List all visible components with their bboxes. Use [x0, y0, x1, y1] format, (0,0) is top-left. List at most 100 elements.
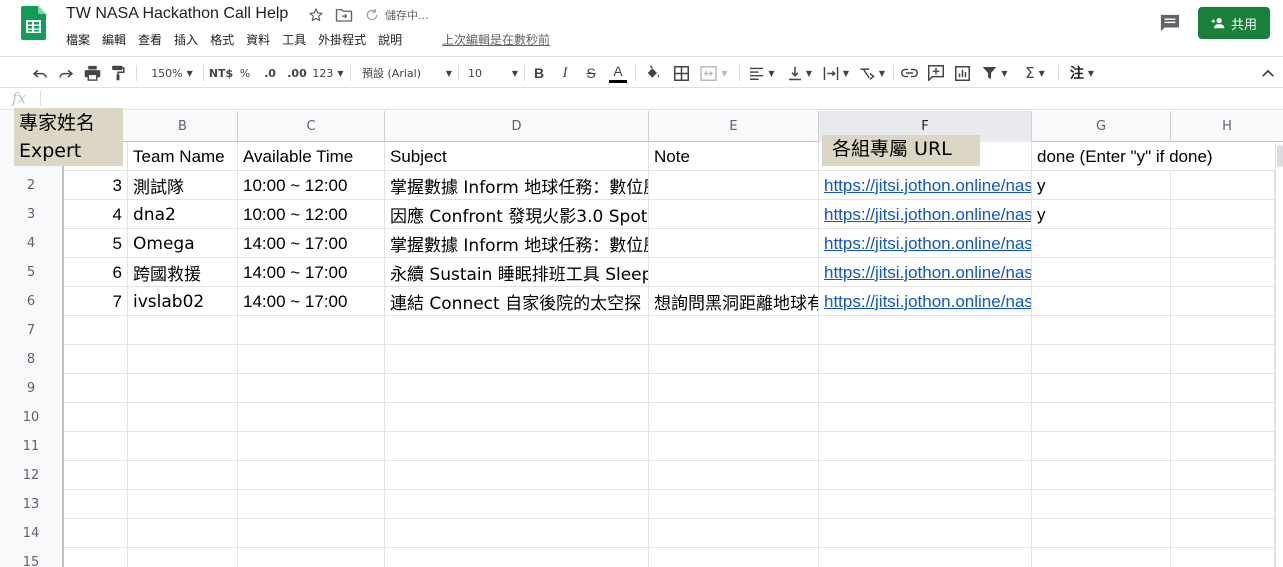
- decrease-decimal-button[interactable]: .0: [260, 61, 280, 85]
- menu-insert[interactable]: 插入: [174, 31, 204, 48]
- cell-a9[interactable]: [63, 374, 128, 403]
- cell-h5[interactable]: [1171, 258, 1275, 287]
- insert-chart-icon[interactable]: [952, 61, 972, 85]
- cell-d11[interactable]: [385, 432, 649, 461]
- cell-c3[interactable]: 10:00 ~ 12:00: [238, 200, 385, 229]
- font-size-select[interactable]: 10 ▼: [468, 61, 518, 85]
- cell-a6[interactable]: 7: [63, 287, 128, 316]
- text-rotation-icon[interactable]: ▼: [857, 61, 887, 85]
- cell-d2[interactable]: 掌握數據 Inform 地球任務：數位歷史Mission to Planet: [385, 171, 649, 200]
- cell-d14[interactable]: [385, 519, 649, 548]
- cell-b12[interactable]: [128, 461, 238, 490]
- cell-h2[interactable]: [1171, 171, 1275, 200]
- borders-icon[interactable]: [671, 61, 691, 85]
- functions-icon[interactable]: Σ ▼: [1018, 61, 1052, 85]
- print-icon[interactable]: [82, 61, 102, 85]
- menu-view[interactable]: 查看: [138, 31, 168, 48]
- cell-f3[interactable]: https://jitsi.jothon.online/nasa: [819, 200, 1032, 229]
- row-header[interactable]: 9: [0, 374, 63, 403]
- row-header[interactable]: 12: [0, 461, 63, 490]
- cell-g8[interactable]: [1032, 345, 1171, 374]
- cell-d4[interactable]: 掌握數據 Inform 地球任務：數位歷史Mission to Planet: [385, 229, 649, 258]
- cell-c4[interactable]: 14:00 ~ 17:00: [238, 229, 385, 258]
- cell-h13[interactable]: [1171, 490, 1275, 519]
- vertical-align-icon[interactable]: ▼: [785, 61, 815, 85]
- cell-c12[interactable]: [238, 461, 385, 490]
- undo-icon[interactable]: [30, 61, 50, 85]
- cell-c13[interactable]: [238, 490, 385, 519]
- cell-g6[interactable]: [1032, 287, 1171, 316]
- cell-c14[interactable]: [238, 519, 385, 548]
- cell-a12[interactable]: [63, 461, 128, 490]
- cell-d6[interactable]: 連結 Connect 自家後院的太空探: [385, 287, 649, 316]
- paint-format-icon[interactable]: [108, 61, 128, 85]
- cell-a7[interactable]: [63, 316, 128, 345]
- formula-bar[interactable]: fx: [0, 88, 1283, 110]
- column-header-h[interactable]: H: [1171, 111, 1283, 142]
- cell-a14[interactable]: [63, 519, 128, 548]
- comment-history-icon[interactable]: [1157, 11, 1183, 35]
- cell-f4[interactable]: https://jitsi.jothon.online/nasa: [819, 229, 1032, 258]
- cell-e15[interactable]: [649, 548, 819, 567]
- cell-h9[interactable]: [1171, 374, 1275, 403]
- italic-button[interactable]: I: [556, 61, 574, 85]
- merge-cells-icon[interactable]: ▼: [697, 61, 731, 85]
- column-header-g[interactable]: G: [1032, 111, 1171, 142]
- cell-f13[interactable]: [819, 490, 1032, 519]
- cell-f2[interactable]: https://jitsi.jothon.online/nasa: [819, 171, 1032, 200]
- cell-b5[interactable]: 跨國救援: [128, 258, 238, 287]
- cell-a5[interactable]: 6: [63, 258, 128, 287]
- cell-b6[interactable]: ivslab02: [128, 287, 238, 316]
- row-header[interactable]: 6: [0, 287, 63, 316]
- cell-b15[interactable]: [128, 548, 238, 567]
- cell-e11[interactable]: [649, 432, 819, 461]
- row-header[interactable]: 13: [0, 490, 63, 519]
- column-header-d[interactable]: D: [385, 111, 649, 142]
- menu-file[interactable]: 檔案: [66, 31, 96, 48]
- cell-h10[interactable]: [1171, 403, 1275, 432]
- cell-e2[interactable]: [649, 171, 819, 200]
- cell-h8[interactable]: [1171, 345, 1275, 374]
- menu-tools[interactable]: 工具: [282, 31, 312, 48]
- cell-g4[interactable]: [1032, 229, 1171, 258]
- cell-a2[interactable]: 3: [63, 171, 128, 200]
- cell-d1[interactable]: Subject: [385, 142, 649, 171]
- cell-c7[interactable]: [238, 316, 385, 345]
- cell-e6[interactable]: 想詢問黑洞距離地球有多遠: [649, 287, 819, 316]
- menu-addons[interactable]: 外掛程式: [318, 31, 372, 48]
- insert-comment-icon[interactable]: [926, 61, 946, 85]
- cell-e8[interactable]: [649, 345, 819, 374]
- cell-h14[interactable]: [1171, 519, 1275, 548]
- strikethrough-button[interactable]: S: [582, 61, 600, 85]
- horizontal-align-icon[interactable]: ▼: [747, 61, 777, 85]
- cell-b7[interactable]: [128, 316, 238, 345]
- insert-link-icon[interactable]: [899, 61, 919, 85]
- text-color-button[interactable]: A: [607, 61, 629, 85]
- cell-b14[interactable]: [128, 519, 238, 548]
- cell-f14[interactable]: [819, 519, 1032, 548]
- cell-f12[interactable]: [819, 461, 1032, 490]
- cell-e7[interactable]: [649, 316, 819, 345]
- row-header[interactable]: 11: [0, 432, 63, 461]
- cell-e3[interactable]: [649, 200, 819, 229]
- cell-g12[interactable]: [1032, 461, 1171, 490]
- cell-g10[interactable]: [1032, 403, 1171, 432]
- cell-d5[interactable]: 永續 Sustain 睡眠排班工具 Sleep Shift Scheduling…: [385, 258, 649, 287]
- cell-g1[interactable]: done (Enter "y" if done): [1032, 142, 1283, 171]
- column-header-e[interactable]: E: [649, 111, 819, 142]
- cell-e10[interactable]: [649, 403, 819, 432]
- cell-b8[interactable]: [128, 345, 238, 374]
- cell-c6[interactable]: 14:00 ~ 17:00: [238, 287, 385, 316]
- cell-f8[interactable]: [819, 345, 1032, 374]
- cell-f15[interactable]: [819, 548, 1032, 567]
- cell-c8[interactable]: [238, 345, 385, 374]
- row-header[interactable]: 4: [0, 229, 63, 258]
- cell-g13[interactable]: [1032, 490, 1171, 519]
- cell-a8[interactable]: [63, 345, 128, 374]
- cell-f9[interactable]: [819, 374, 1032, 403]
- cell-b2[interactable]: 測試隊: [128, 171, 238, 200]
- cell-b9[interactable]: [128, 374, 238, 403]
- cell-a13[interactable]: [63, 490, 128, 519]
- cell-a3[interactable]: 4: [63, 200, 128, 229]
- input-tools-button[interactable]: 注 ▼: [1064, 61, 1100, 85]
